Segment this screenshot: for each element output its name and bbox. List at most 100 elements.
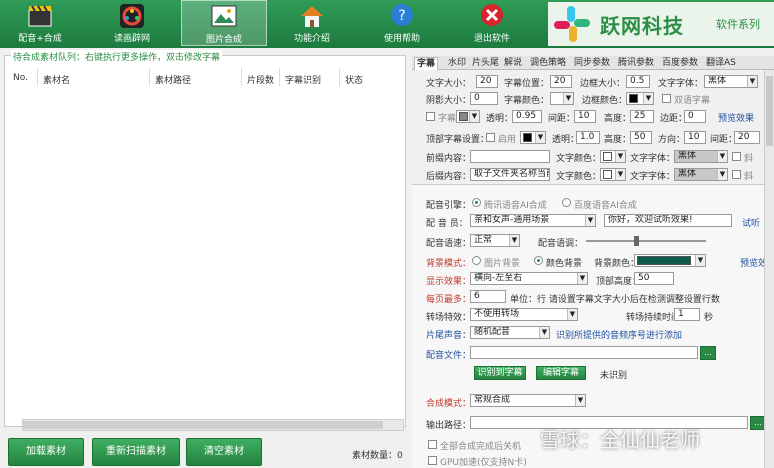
suffix-font-value: 黑体 (678, 169, 697, 179)
voice-actor-label: 配 音 员： (426, 219, 468, 229)
clear-material-button[interactable]: 清空素材 (186, 438, 262, 466)
settings-vertical-scrollbar[interactable] (764, 70, 774, 468)
column-status[interactable]: 状态 (345, 73, 363, 86)
font-size-input[interactable]: 20 (476, 75, 498, 88)
queue-horizontal-scrollbar[interactable] (22, 419, 404, 431)
toolbar-web-button[interactable]: 读画辟网 (92, 0, 172, 46)
load-material-button[interactable]: 加载素材 (8, 438, 84, 466)
tab-baidu-params[interactable]: 百度参数 (660, 57, 700, 70)
tab-intro-outro[interactable]: 片头尾 (470, 57, 501, 70)
top-height-input[interactable]: 50 (630, 131, 652, 144)
toolbar-intro-button[interactable]: 功能介绍 (272, 0, 352, 46)
gpu-checkbox[interactable] (428, 456, 437, 465)
tab-sync-params[interactable]: 同步参数 (572, 57, 612, 70)
suffix-font-select[interactable]: 黑体 ▼ (674, 168, 728, 181)
shadow-size-input[interactable]: 0 (470, 92, 498, 105)
tab-narration[interactable]: 解说 (502, 57, 524, 70)
subtitle-bg-color-select[interactable]: ▼ (456, 110, 480, 123)
top-subtitle-enable-checkbox[interactable] (486, 133, 495, 142)
bg-color-select[interactable]: ▼ (634, 254, 706, 267)
top-subtitle-color-select[interactable]: ▼ (520, 131, 546, 144)
clapperboard-icon (28, 5, 52, 27)
toolbar-exit-button[interactable]: 退出软件 (452, 0, 532, 46)
voice-tone-slider[interactable] (586, 236, 706, 246)
top-direction-input[interactable]: 10 (684, 131, 706, 144)
slider-knob[interactable] (634, 236, 639, 246)
voice-speed-select[interactable]: 正常 ▼ (470, 234, 520, 247)
column-subtitle-recog[interactable]: 字幕识别 (285, 73, 321, 86)
bgm-select[interactable]: 随机配音 ▼ (470, 326, 550, 339)
tab-subtitle[interactable]: 字幕 (414, 57, 439, 70)
edit-subtitle-button[interactable]: 编辑字幕 (536, 366, 586, 380)
border-size-input[interactable]: 0.5 (626, 75, 650, 88)
recognize-subtitle-button[interactable]: 识别到字幕 (474, 366, 526, 380)
top-opacity-input[interactable]: 1.0 (576, 131, 600, 144)
prefix-font-select[interactable]: 黑体 ▼ (674, 150, 728, 163)
bg-spacing-input[interactable]: 10 (574, 110, 596, 123)
voice-actor-select[interactable]: 亲和女声-通用场景 ▼ (470, 214, 596, 227)
top-height-input-2[interactable]: 50 (634, 272, 674, 285)
audio-file-input[interactable] (470, 346, 698, 359)
bg-color-radio[interactable] (534, 256, 543, 265)
bg-image-label: 图片背景 (484, 259, 521, 269)
compose-mode-select[interactable]: 常规合成 ▼ (470, 394, 586, 407)
column-no[interactable]: No. (13, 73, 28, 83)
bg-margin-input[interactable]: 0 (684, 110, 706, 123)
engine-baidu-radio[interactable] (562, 198, 571, 207)
max-lines-input[interactable]: 6 (470, 290, 506, 303)
voice-speed-value: 正常 (474, 235, 493, 245)
brand-logo-icon (554, 6, 590, 42)
suffix-italic-checkbox[interactable] (732, 170, 741, 179)
subtitle-bg-checkbox[interactable] (426, 112, 435, 121)
color-swatch (603, 170, 612, 179)
tab-color-strategy[interactable]: 调色策略 (528, 57, 568, 70)
settings-panel: 字幕 水印 片头尾 解说 调色策略 同步参数 腾讯参数 百度参数 翻译AS 文字… (412, 56, 774, 468)
scroll-thumb[interactable] (23, 421, 383, 429)
bg-opacity-input[interactable]: 0.95 (512, 110, 542, 123)
chevron-down-icon: ▼ (577, 273, 587, 284)
toolbar-help-button[interactable]: ? 使用帮助 (362, 0, 442, 46)
listen-test-link[interactable]: 试听 (742, 216, 760, 229)
column-name[interactable]: 素材名 (43, 73, 70, 86)
bg-height-input[interactable]: 25 (630, 110, 654, 123)
chevron-down-icon: ▼ (643, 93, 653, 104)
tab-tencent-params[interactable]: 腾讯参数 (616, 57, 656, 70)
material-count: 素材数量：0 (352, 451, 403, 461)
tab-translate[interactable]: 翻译AS (704, 57, 738, 70)
transition-select[interactable]: 不使用转场 ▼ (470, 308, 578, 321)
bg-image-radio[interactable] (472, 256, 481, 265)
font-family-label: 文字字体： (658, 79, 704, 89)
column-path[interactable]: 素材路径 (155, 73, 191, 86)
prefix-italic-checkbox[interactable] (732, 152, 741, 161)
tab-watermark[interactable]: 水印 (446, 57, 468, 70)
border-size-label: 边框大小： (580, 79, 626, 89)
top-spacing-input[interactable]: 20 (734, 131, 760, 144)
subtitle-position-input[interactable]: 20 (550, 75, 572, 88)
font-family-select[interactable]: 黑体 ▼ (704, 75, 758, 88)
audio-browse-button[interactable]: ... (700, 346, 716, 360)
prefix-font-value: 黑体 (678, 151, 697, 161)
border-color-select[interactable]: ▼ (626, 92, 654, 105)
bilingual-label: 双语字幕 (674, 96, 711, 106)
test-text-input[interactable]: 你好，欢迎试听效果! (604, 214, 732, 227)
transition-time-input[interactable]: 1 (674, 308, 700, 321)
prefix-label: 前缀内容： (426, 154, 472, 164)
rescan-material-button[interactable]: 重新扫描素材 (92, 438, 180, 466)
bilingual-checkbox[interactable] (662, 94, 671, 103)
scroll-thumb[interactable] (766, 76, 773, 146)
column-segments[interactable]: 片段数 (247, 73, 274, 86)
preview-effect-link[interactable]: 预览效果 (718, 111, 754, 124)
toolbar-image-compose-button[interactable]: 图片合成 (181, 0, 267, 46)
bg-height-label: 高度： (604, 114, 632, 124)
engine-tencent-radio[interactable] (472, 198, 481, 207)
suffix-color-select[interactable]: ▼ (600, 168, 626, 181)
suffix-input[interactable]: 取子文件夹名称当前标 (470, 168, 550, 181)
prefix-font-label: 文字字体： (630, 154, 676, 164)
toolbar-dubbing-button[interactable]: 配音+合成 (0, 0, 80, 46)
display-effect-select[interactable]: 横向-左至右 ▼ (470, 272, 588, 285)
prefix-input[interactable] (470, 150, 550, 163)
prefix-color-select[interactable]: ▼ (600, 150, 626, 163)
top-subtitle-enable-label: 启用 (498, 135, 517, 145)
subtitle-color-select[interactable]: ▼ (550, 92, 574, 105)
shutdown-checkbox[interactable] (428, 440, 437, 449)
